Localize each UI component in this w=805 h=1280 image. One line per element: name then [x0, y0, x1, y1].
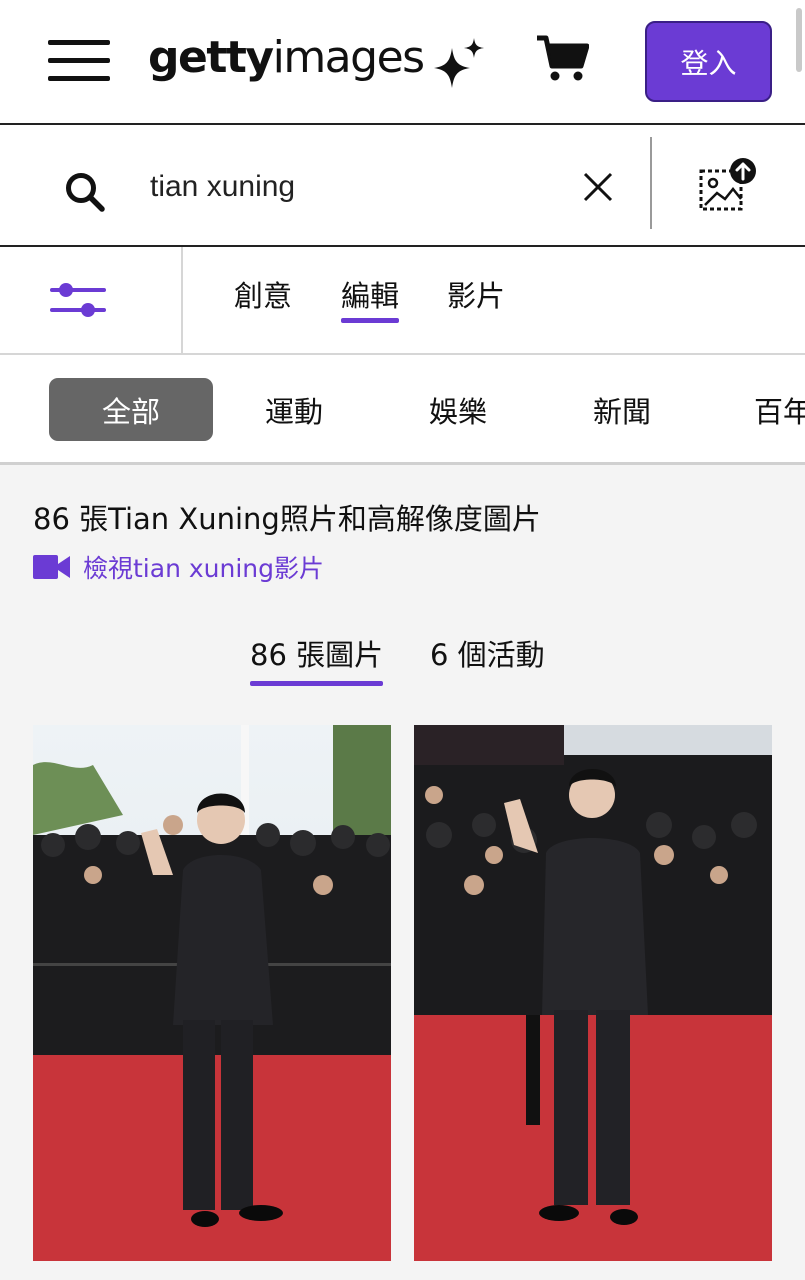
tab-video[interactable]: 影片	[447, 275, 505, 317]
chip-entertainment[interactable]: 娛樂	[408, 378, 508, 441]
menu-icon[interactable]	[48, 40, 112, 84]
chip-sports[interactable]: 運動	[244, 378, 344, 441]
close-icon[interactable]	[582, 171, 614, 203]
tab-creative[interactable]: 創意	[234, 275, 292, 317]
view-videos-label: 檢視tian xuning影片	[83, 554, 325, 583]
tab-images[interactable]: 86 張圖片	[250, 634, 384, 686]
image-search-icon[interactable]	[697, 157, 759, 213]
filter-icon	[50, 283, 106, 317]
top-header: gettyimages 登入	[0, 0, 805, 125]
tab-editorial[interactable]: 編輯	[341, 275, 400, 323]
filter-button[interactable]	[0, 247, 183, 353]
chip-news[interactable]: 新聞	[572, 378, 672, 441]
sparkle-icon[interactable]	[432, 36, 488, 88]
cart-icon[interactable]	[535, 34, 589, 82]
result-photo-1[interactable]	[33, 725, 391, 1261]
search-bar	[0, 125, 805, 247]
tab-events[interactable]: 6 個活動	[430, 634, 545, 676]
search-divider	[650, 137, 652, 229]
content-type-bar: 創意 編輯 影片	[0, 247, 805, 355]
search-input[interactable]	[150, 161, 560, 213]
search-icon[interactable]	[64, 171, 106, 213]
chip-archival[interactable]: 百年	[736, 378, 805, 441]
result-photo-2[interactable]	[414, 725, 772, 1261]
getty-images-logo[interactable]: gettyimages	[148, 28, 425, 88]
chip-all[interactable]: 全部	[49, 378, 213, 441]
results-title: 86 張Tian Xuning照片和高解像度圖片	[33, 502, 541, 536]
login-button[interactable]: 登入	[645, 21, 772, 102]
video-icon	[33, 555, 70, 579]
scrollbar[interactable]	[796, 8, 802, 72]
view-videos-link[interactable]: 檢視tian xuning影片	[33, 548, 324, 586]
category-chips: 全部 運動 娛樂 新聞 百年	[0, 355, 805, 465]
